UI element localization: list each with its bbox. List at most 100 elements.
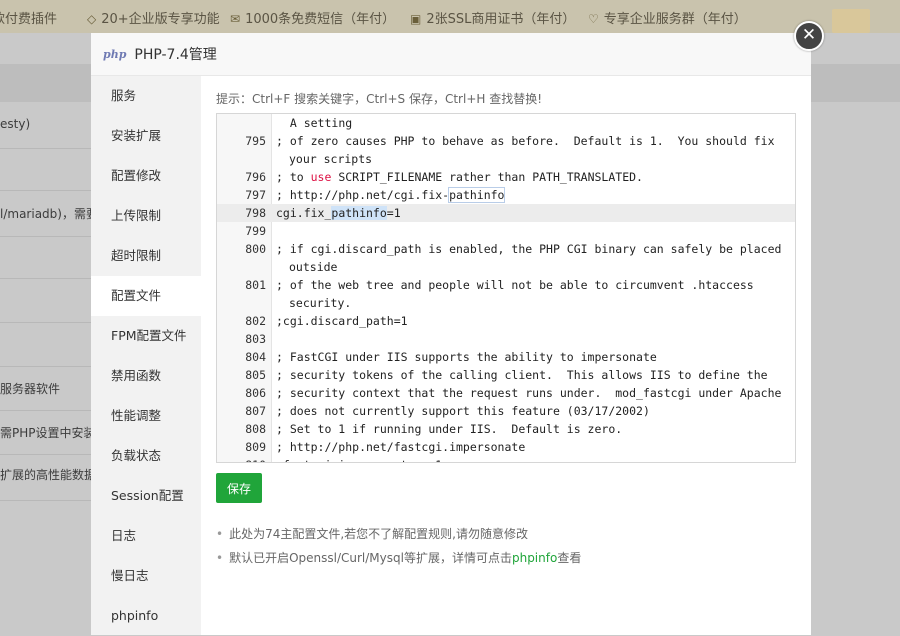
background-text: 服务器软件: [0, 382, 61, 396]
code-line: 798 cgi.fix_pathinfo=1: [217, 204, 795, 222]
code-line: 808 ; Set to 1 if running under IIS. Defa…: [217, 420, 795, 438]
line-number: 804: [245, 350, 266, 364]
close-button[interactable]: ✕: [794, 21, 824, 51]
line-number: 806: [245, 386, 266, 400]
diamond-icon: ◇: [87, 12, 97, 26]
line-number: 800: [245, 242, 266, 256]
code-line: 800 ; if cgi.discard_path is enabled, the…: [217, 240, 795, 276]
sidebar-item[interactable]: 安装扩展: [91, 116, 201, 156]
bullet-icon: •: [216, 527, 224, 541]
sidebar-item[interactable]: 超时限制: [91, 236, 201, 276]
ssl-icon: ▣: [410, 12, 422, 26]
keyword-token: use: [310, 170, 332, 184]
note-text: 默认已开启Openssl/Curl/Mysql等扩展，详情可点击: [229, 551, 512, 565]
match-highlight: pathinfo: [448, 187, 506, 203]
line-number: 797: [245, 188, 266, 202]
code-text: ; does not currently support this featur…: [276, 404, 650, 418]
code-line: 795 ; of zero causes PHP to behave as bef…: [217, 132, 795, 168]
promo-feature: 款付费插件: [0, 8, 57, 27]
sidebar-item[interactable]: 禁用函数: [91, 356, 201, 396]
code-line: 809 ; http://php.net/fastcgi.impersonate: [217, 438, 795, 456]
bullet-icon: •: [216, 551, 224, 565]
code-line: 807 ; does not currently support this fea…: [217, 402, 795, 420]
line-number: 796: [245, 170, 266, 184]
code-text: ; Set to 1 if running under IIS. Default…: [276, 422, 623, 436]
php-logo-icon: php: [103, 47, 127, 61]
code-text: ; of zero causes PHP to behave as before…: [271, 132, 788, 168]
line-number: 805: [245, 368, 266, 382]
phpinfo-link[interactable]: phpinfo: [512, 551, 557, 565]
code-line: 806 ; security context that the request r…: [217, 384, 795, 402]
config-file-panel: 提示：Ctrl+F 搜索关键字，Ctrl+S 保存，Ctrl+H 查找替换! A…: [216, 76, 796, 565]
line-number: 803: [245, 332, 266, 346]
line-number: [217, 114, 271, 132]
promo-feature: ◇ 20+企业版专享功能: [87, 8, 220, 27]
promo-feature-label: 专享企业服务群（年付）: [603, 12, 747, 27]
background-divider: [0, 500, 92, 501]
promo-feature-label: 20+企业版专享功能: [101, 12, 220, 27]
code-text: ; http://php.net/fastcgi.impersonate: [276, 440, 526, 454]
code-line: 801 ; of the web tree and people will not…: [217, 276, 795, 312]
settings-sidebar: 服务 安装扩展 配置修改 上传限制 超时限制 配置文件 FPM配置文件 禁用函数 性能调整 负载状…: [91, 76, 201, 635]
background-divider: [0, 236, 92, 237]
code-text: ; security tokens of the calling client.…: [276, 368, 768, 382]
code-text: ;cgi.discard_path=1: [276, 314, 408, 328]
sidebar-item[interactable]: FPM配置文件: [91, 316, 201, 356]
code-line: 803: [217, 330, 795, 348]
code-text: ; FastCGI under IIS supports the ability…: [276, 350, 657, 364]
sidebar-item[interactable]: 上传限制: [91, 196, 201, 236]
sidebar-item[interactable]: 慢日志: [91, 556, 201, 596]
code-line: 797 ; http://php.net/cgi.fix-pathinfo: [217, 186, 795, 204]
background-divider: [0, 148, 92, 149]
background-text: esty): [0, 117, 31, 131]
line-number: 801: [245, 278, 266, 292]
code-text: ; if cgi.discard_path is enabled, the PH…: [271, 240, 788, 276]
sidebar-item[interactable]: 日志: [91, 516, 201, 556]
promo-feature-label: 款付费插件: [0, 12, 58, 27]
note-text-after: 查看: [557, 551, 582, 565]
background-text: l/mariadb)，需要: [0, 207, 98, 221]
sidebar-item[interactable]: 服务: [91, 76, 201, 116]
save-button[interactable]: 保存: [216, 473, 262, 503]
background-divider: [0, 366, 92, 367]
code-line: 799: [217, 222, 795, 240]
sidebar-item[interactable]: Session配置: [91, 476, 201, 516]
promo-feature: ♡ 专享企业服务群（年付）: [588, 8, 747, 27]
dialog-title: PHP-7.4管理: [134, 47, 217, 63]
background-text: 需PHP设置中安装: [0, 426, 96, 440]
sidebar-item[interactable]: 配置修改: [91, 156, 201, 196]
note-item: • 此处为74主配置文件,若您不了解配置规则,请勿随意修改: [216, 522, 796, 546]
code-line: 805 ; security tokens of the calling clie…: [217, 366, 795, 384]
sidebar-item[interactable]: 性能调整: [91, 396, 201, 436]
code-text: cgi.fix_pathinfo=1: [276, 206, 401, 220]
line-number: 798: [245, 206, 266, 220]
code-text: A setting: [276, 116, 353, 130]
line-number: 810: [217, 456, 271, 462]
promo-feature: ✉ 1000条免费短信（年付）: [230, 8, 395, 27]
code-text: ; of the web tree and people will not be…: [271, 276, 788, 312]
background-divider: [0, 278, 92, 279]
promo-action-button[interactable]: [832, 9, 870, 33]
promo-feature: ▣ 2张SSL商用证书（年付）: [410, 8, 575, 27]
background-divider: [0, 410, 92, 411]
heart-icon: ♡: [588, 12, 599, 26]
code-editor[interactable]: A setting 795 ; of zero causes PHP to beha…: [216, 113, 796, 463]
code-line: A setting: [217, 114, 795, 132]
wrapped-continuation: outside: [289, 260, 338, 274]
code-text: ; to use SCRIPT_FILENAME rather than PAT…: [276, 170, 643, 184]
sidebar-item[interactable]: phpinfo: [91, 596, 201, 636]
code-text: ;fastcgi.impersonate = 1: [271, 456, 788, 462]
code-line: 796 ; to use SCRIPT_FILENAME rather than …: [217, 168, 795, 186]
sidebar-item[interactable]: 负载状态: [91, 436, 201, 476]
line-number: 799: [245, 224, 266, 238]
promo-feature-label: 2张SSL商用证书（年付）: [426, 12, 576, 27]
code-text: ; http://php.net/cgi.fix-pathinfo: [276, 187, 506, 203]
sidebar-item[interactable]: 配置文件: [91, 276, 201, 316]
selected-text: pathinfo: [331, 206, 387, 220]
background-text: 扩展的高性能数据: [0, 468, 97, 482]
promo-feature-label: 1000条免费短信（年付）: [245, 12, 396, 27]
background-divider: [0, 454, 92, 455]
line-number: 807: [245, 404, 266, 418]
